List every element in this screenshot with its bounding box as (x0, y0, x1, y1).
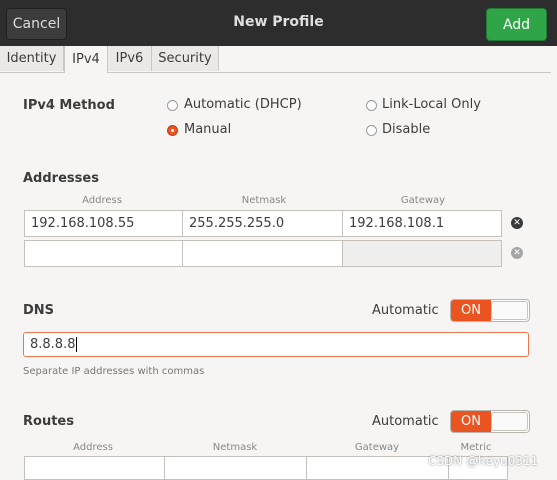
route-col-gateway: Gateway (354, 442, 400, 453)
route-col-address: Address (73, 442, 113, 453)
scrollbar[interactable] (551, 72, 557, 478)
ipv4-method-label: IPv4 Method (23, 98, 115, 113)
radio-dhcp-label[interactable]: Automatic (DHCP) (184, 97, 302, 112)
radio-link-local[interactable] (366, 100, 377, 111)
dns-automatic-switch[interactable]: ON (450, 299, 530, 322)
gateway-input-empty[interactable] (342, 240, 502, 267)
radio-manual[interactable] (167, 125, 178, 136)
route-col-netmask: Netmask (212, 442, 258, 453)
dialog-title: New Profile (233, 14, 324, 30)
address-input-empty[interactable] (24, 240, 183, 267)
radio-disable[interactable] (366, 125, 377, 136)
col-gateway: Gateway (400, 195, 446, 206)
route-col-metric: Metric (460, 442, 492, 453)
tab-security[interactable]: Security (152, 46, 219, 71)
col-netmask: Netmask (241, 195, 287, 206)
routes-label: Routes (23, 414, 74, 429)
routes-automatic-switch[interactable]: ON (450, 410, 530, 433)
address-input[interactable]: 192.168.108.55 (24, 210, 183, 237)
delete-row-icon[interactable]: ✕ (511, 217, 523, 229)
delete-row-disabled-icon: ✕ (511, 247, 523, 259)
dns-input[interactable]: 8.8.8.8 (23, 332, 529, 357)
text-cursor (76, 337, 78, 352)
watermark: CSDN @heyu0311 (428, 454, 539, 468)
dns-switch-on-text: ON (451, 300, 491, 321)
netmask-input-empty[interactable] (182, 240, 343, 267)
add-button[interactable]: Add (486, 8, 547, 41)
dns-label: DNS (23, 303, 55, 318)
dns-automatic-label: Automatic (372, 303, 439, 318)
tab-ipv4[interactable]: IPv4 (64, 46, 108, 73)
gateway-input[interactable]: 192.168.108.1 (342, 210, 502, 237)
radio-dhcp[interactable] (167, 100, 178, 111)
route-address-input[interactable] (24, 456, 165, 480)
addresses-label: Addresses (23, 171, 99, 186)
dns-hint: Separate IP addresses with commas (23, 366, 205, 377)
routes-automatic-label: Automatic (372, 414, 439, 429)
radio-disable-label[interactable]: Disable (382, 122, 430, 137)
col-address: Address (82, 195, 122, 206)
dns-input-value: 8.8.8.8 (30, 337, 76, 352)
routes-switch-on-text: ON (451, 411, 491, 432)
tab-bar: Identity IPv4 IPv6 Security (0, 46, 557, 73)
netmask-input[interactable]: 255.255.255.0 (182, 210, 343, 237)
routes-switch-knob (491, 412, 528, 431)
radio-link-local-label[interactable]: Link-Local Only (382, 97, 481, 112)
tab-ipv6[interactable]: IPv6 (108, 46, 152, 71)
header-bar: Cancel New Profile Add (0, 0, 557, 46)
tab-identity[interactable]: Identity (0, 46, 64, 71)
route-netmask-input[interactable] (164, 456, 307, 480)
radio-manual-label[interactable]: Manual (184, 122, 231, 137)
dns-switch-knob (491, 301, 528, 320)
